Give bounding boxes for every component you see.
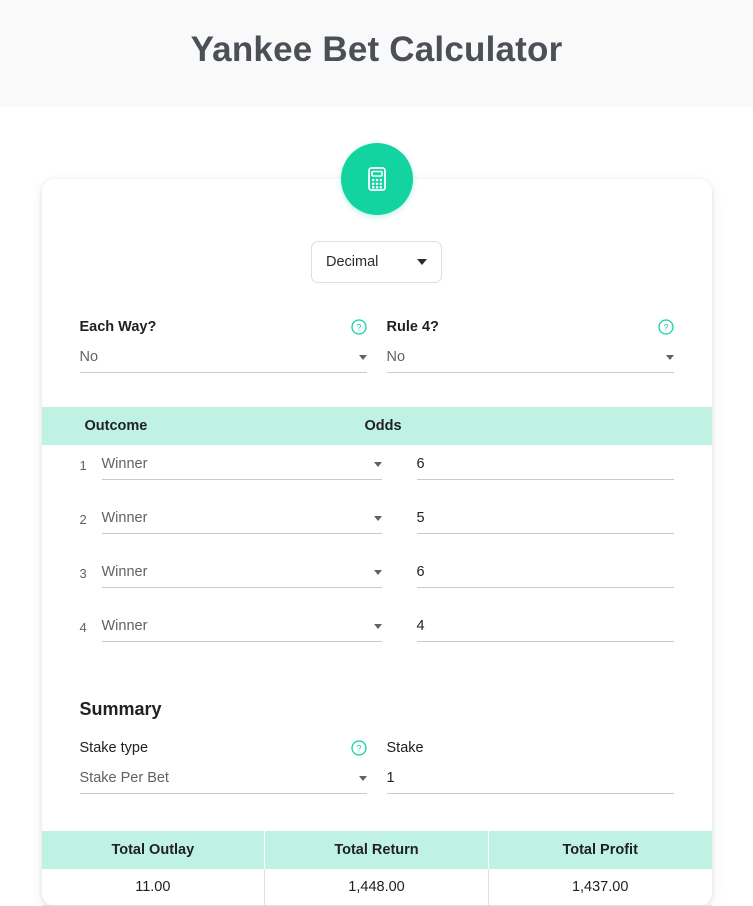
stake-label: Stake xyxy=(387,740,424,756)
calculator-card: Decimal Each Way? ? No xyxy=(42,179,712,906)
table-row: 4 Winner 4 xyxy=(80,618,674,661)
rule4-value: No xyxy=(387,349,406,365)
total-outlay-value: 11.00 xyxy=(42,869,266,906)
each-way-value: No xyxy=(80,349,99,365)
outcome-select[interactable]: Winner xyxy=(102,456,382,480)
total-return-value: 1,448.00 xyxy=(265,869,489,906)
row-index: 1 xyxy=(80,456,102,473)
odds-input-wrapper: 6 xyxy=(417,456,674,480)
help-circle-icon[interactable]: ? xyxy=(658,319,674,335)
svg-text:?: ? xyxy=(356,743,361,753)
totals-header-row: Total Outlay Total Return Total Profit xyxy=(42,831,712,869)
odds-format-row: Decimal xyxy=(42,241,712,283)
totals-header-outlay: Total Outlay xyxy=(42,831,266,869)
stake-type-label: Stake type xyxy=(80,740,149,756)
odds-format-value: Decimal xyxy=(326,254,378,270)
outcome-select[interactable]: Winner xyxy=(102,618,382,642)
odds-input-wrapper: 5 xyxy=(417,510,674,534)
column-header-odds: Odds xyxy=(353,418,402,434)
row-index: 4 xyxy=(80,618,102,635)
outcome-select-wrapper: Winner xyxy=(102,618,382,642)
outcome-value: Winner xyxy=(102,564,148,580)
odds-format-select[interactable]: Decimal xyxy=(311,241,442,283)
svg-text:?: ? xyxy=(356,322,361,332)
calculator-card-wrapper: Decimal Each Way? ? No xyxy=(42,107,712,906)
outcome-select[interactable]: Winner xyxy=(102,564,382,588)
stake-label-line: Stake xyxy=(387,740,674,756)
chevron-down-icon xyxy=(374,516,382,521)
totals-value-row: 11.00 1,448.00 1,437.00 xyxy=(42,869,712,906)
each-way-select[interactable]: No xyxy=(80,349,367,373)
odds-input-wrapper: 6 xyxy=(417,564,674,588)
bet-options-row: Each Way? ? No Rule 4? ? xyxy=(42,319,712,373)
svg-text:?: ? xyxy=(663,322,668,332)
outcome-select-wrapper: Winner xyxy=(102,564,382,588)
chevron-down-icon xyxy=(374,462,382,467)
odds-input-wrapper: 4 xyxy=(417,618,674,642)
odds-input[interactable]: 6 xyxy=(417,456,674,480)
each-way-field: Each Way? ? No xyxy=(80,319,367,373)
each-way-label: Each Way? xyxy=(80,319,157,335)
stake-type-label-line: Stake type ? xyxy=(80,740,367,756)
totals-header-return: Total Return xyxy=(265,831,489,869)
outcome-table-header: Outcome Odds xyxy=(42,407,712,445)
stake-field: Stake 1 xyxy=(387,740,674,794)
outcome-value: Winner xyxy=(102,456,148,472)
row-index: 2 xyxy=(80,510,102,527)
chevron-down-icon xyxy=(374,570,382,575)
help-circle-icon[interactable]: ? xyxy=(351,319,367,335)
column-header-outcome: Outcome xyxy=(42,418,353,434)
page-title: Yankee Bet Calculator xyxy=(191,32,563,75)
outcome-rows: 1 Winner 6 2 Winner xyxy=(42,456,712,661)
odds-input[interactable]: 5 xyxy=(417,510,674,534)
rule4-field: Rule 4? ? No xyxy=(387,319,674,373)
summary-row: Stake type ? Stake Per Bet Stake 1 xyxy=(42,740,712,794)
each-way-label-line: Each Way? ? xyxy=(80,319,367,335)
total-profit-value: 1,437.00 xyxy=(489,869,712,906)
stake-type-select[interactable]: Stake Per Bet xyxy=(80,770,367,794)
table-row: 1 Winner 6 xyxy=(80,456,674,499)
outcome-value: Winner xyxy=(102,618,148,634)
calculator-icon xyxy=(341,143,413,215)
summary-heading: Summary xyxy=(42,699,712,720)
table-row: 3 Winner 6 xyxy=(80,564,674,607)
chevron-down-icon xyxy=(359,355,367,360)
stake-input[interactable]: 1 xyxy=(387,770,674,794)
stake-type-field: Stake type ? Stake Per Bet xyxy=(80,740,367,794)
chevron-down-icon xyxy=(666,355,674,360)
rule4-select[interactable]: No xyxy=(387,349,674,373)
odds-input[interactable]: 4 xyxy=(417,618,674,642)
rule4-label-line: Rule 4? ? xyxy=(387,319,674,335)
chevron-down-icon xyxy=(374,624,382,629)
page-header: Yankee Bet Calculator xyxy=(0,0,753,107)
table-row: 2 Winner 5 xyxy=(80,510,674,553)
outcome-select-wrapper: Winner xyxy=(102,456,382,480)
outcome-value: Winner xyxy=(102,510,148,526)
stake-type-value: Stake Per Bet xyxy=(80,770,169,786)
chevron-down-icon xyxy=(359,776,367,781)
totals-table: Total Outlay Total Return Total Profit 1… xyxy=(42,831,712,906)
row-index: 3 xyxy=(80,564,102,581)
help-circle-icon[interactable]: ? xyxy=(351,740,367,756)
outcome-select[interactable]: Winner xyxy=(102,510,382,534)
odds-input[interactable]: 6 xyxy=(417,564,674,588)
rule4-label: Rule 4? xyxy=(387,319,439,335)
outcome-select-wrapper: Winner xyxy=(102,510,382,534)
totals-header-profit: Total Profit xyxy=(489,831,712,869)
chevron-down-icon xyxy=(417,259,427,265)
